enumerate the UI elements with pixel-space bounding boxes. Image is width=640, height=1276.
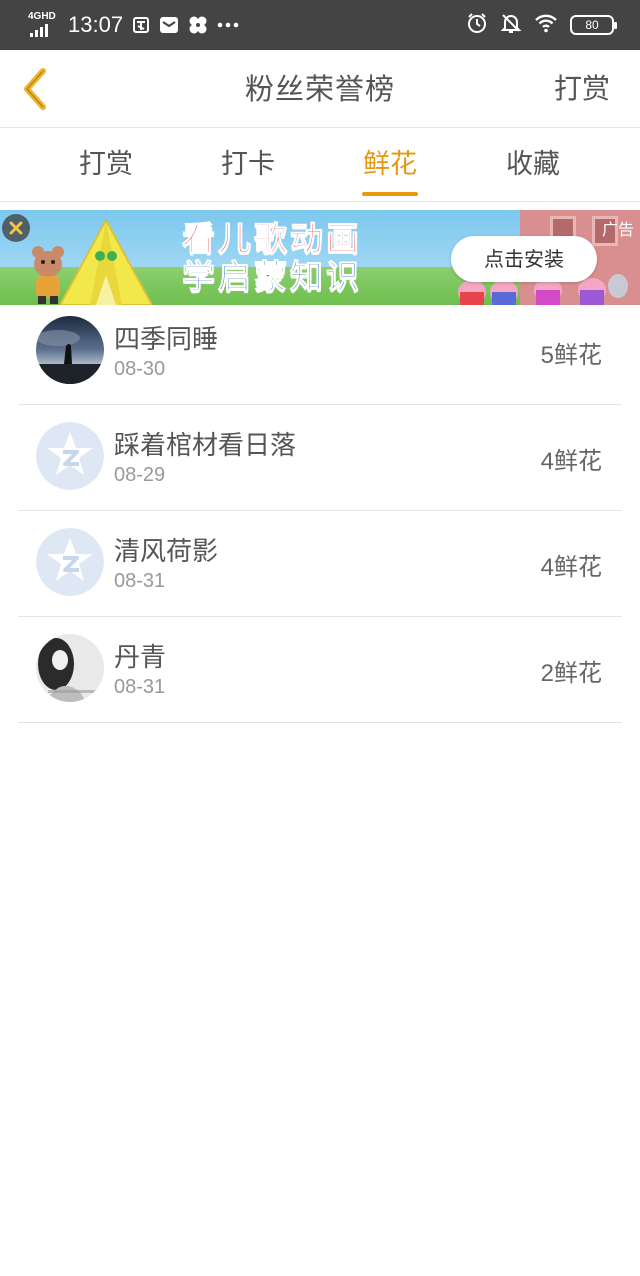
avatar [36,422,104,490]
gift-date: 08-31 [114,570,166,592]
tab-flowers[interactable]: 鲜花 [330,128,450,202]
battery-level: 80 [585,18,599,32]
ad-line-2: 学启蒙知识 [182,257,362,296]
gift-date: 08-30 [114,358,166,380]
tab-label: 鲜花 [363,149,417,180]
list-item[interactable]: 踩着棺材看日落 08-29 4鲜花 [18,405,622,511]
mute-bell-icon [500,12,522,38]
list-item[interactable]: 丹青 08-31 2鲜花 [18,617,622,723]
mail-notification-icon [159,16,179,34]
flower-count-number: 2 [540,660,554,687]
status-left: 4GHD 13:07 [28,11,239,39]
avatar [36,528,104,596]
more-notifications-icon [217,22,239,28]
close-icon [9,221,23,235]
flower-count-number: 4 [540,448,554,475]
list-item[interactable]: 四季同睡 08-30 5鲜花 [18,299,622,405]
network-type: 4GHD [28,11,56,22]
reward-button[interactable]: 打赏 [554,50,610,128]
tab-label: 打卡 [221,149,275,180]
tent-illustration [60,220,152,305]
active-tab-indicator [362,192,418,196]
flower-count: 4鲜花 [541,547,602,582]
default-qq-avatar-icon [36,528,104,596]
status-bar: 4GHD 13:07 80 [0,0,640,50]
fan-name: 踩着棺材看日落 [114,431,297,461]
ad-close-button[interactable] [2,214,30,242]
avatar [36,316,104,384]
default-qq-avatar-icon [36,422,104,490]
app-notification-icon [132,16,150,34]
install-button[interactable]: 点击安装 [451,236,597,282]
cartoon-mouse-illustration [32,246,64,304]
nav-bar: 粉丝荣誉榜 打赏 [0,50,640,128]
fan-ranking-list: 四季同睡 08-30 5鲜花 踩着棺材看日落 08-29 4鲜花 清风荷影 08… [18,299,622,723]
flower-count-unit: 鲜花 [554,659,602,687]
flower-count-unit: 鲜花 [554,553,602,581]
list-item[interactable]: 清风荷影 08-31 4鲜花 [18,511,622,617]
pinwheel-notification-icon [188,15,208,35]
flower-count-number: 4 [540,554,554,581]
tab-bar: 打赏 打卡 鲜花 收藏 [0,128,640,202]
fan-name: 四季同睡 [114,325,219,355]
flower-count: 5鲜花 [541,335,602,370]
wifi-icon [534,13,558,37]
tab-reward[interactable]: 打赏 [46,128,166,202]
ad-banner[interactable]: 看儿歌动画 学启蒙知识 点击安装 广告 [0,210,640,305]
flower-count: 4鲜花 [541,441,602,476]
ad-line-1: 看儿歌动画 [182,219,362,258]
flower-count-number: 5 [540,342,554,369]
battery-icon: 80 [570,15,617,35]
fan-name: 丹青 [114,643,167,673]
avatar [36,634,104,702]
page-title: 粉丝荣誉榜 [244,72,395,106]
gift-date: 08-31 [114,676,166,698]
tab-label: 打赏 [79,149,133,180]
status-right: 80 [466,11,617,39]
tab-label: 收藏 [506,149,560,180]
ad-label: 广告 [601,220,634,239]
signal-icon: 4GHD [28,11,60,38]
tab-favorites[interactable]: 收藏 [473,128,593,202]
clock: 13:07 [68,12,124,37]
alarm-icon [466,12,488,38]
gift-date: 08-29 [114,464,166,486]
ad-headline: 看儿歌动画 学启蒙知识 [182,219,362,296]
flower-count-unit: 鲜花 [554,447,602,475]
flower-count: 2鲜花 [541,653,602,688]
flower-count-unit: 鲜花 [554,341,602,369]
fan-name: 清风荷影 [114,537,219,567]
tab-checkin[interactable]: 打卡 [188,128,308,202]
